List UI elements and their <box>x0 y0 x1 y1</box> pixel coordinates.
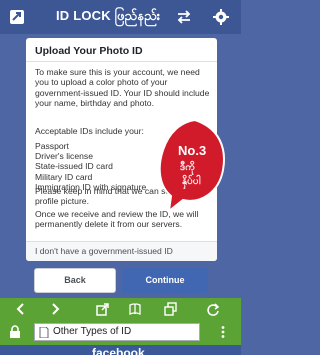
app-title: ID LOCK ဖြည်နည်း <box>56 8 161 23</box>
annotation-step: No.3 <box>178 143 207 158</box>
no-government-id-link[interactable]: I don't have a government-issued ID <box>26 241 217 261</box>
address-text: Other Types of ID <box>53 326 132 337</box>
settings-icon[interactable] <box>212 8 230 26</box>
annotation-text: နှိပ်ပါ <box>182 176 201 187</box>
back-button[interactable]: Back <box>34 268 116 293</box>
annotation-text: ဒီကို <box>180 162 195 173</box>
book-icon[interactable] <box>128 302 142 316</box>
address-bar[interactable]: Other Types of ID <box>34 323 200 341</box>
more-menu-icon[interactable] <box>216 325 230 339</box>
no-government-id-label: I don't have a government-issued ID <box>35 246 173 256</box>
app-bar: ID LOCK ဖြည်နည်း <box>0 0 241 34</box>
continue-button[interactable]: Continue <box>122 268 208 293</box>
refresh-icon[interactable] <box>206 302 220 316</box>
address-bar-row: Other Types of ID <box>0 320 241 345</box>
forward-arrow-icon[interactable] <box>48 302 62 316</box>
share-icon[interactable] <box>96 302 110 316</box>
share-icon[interactable] <box>8 8 26 26</box>
browser-toolbar <box>0 298 241 320</box>
lock-icon <box>10 325 20 338</box>
back-arrow-icon[interactable] <box>14 302 28 316</box>
swap-icon[interactable] <box>176 9 192 25</box>
facebook-banner: facebook <box>0 345 241 355</box>
intro-text: To make sure this is your account, we ne… <box>35 67 210 109</box>
facebook-logo: facebook <box>92 346 145 355</box>
copy-icon[interactable] <box>164 302 178 316</box>
divider <box>26 61 217 62</box>
card-title: Upload Your Photo ID <box>35 45 143 57</box>
page-icon <box>39 327 49 338</box>
